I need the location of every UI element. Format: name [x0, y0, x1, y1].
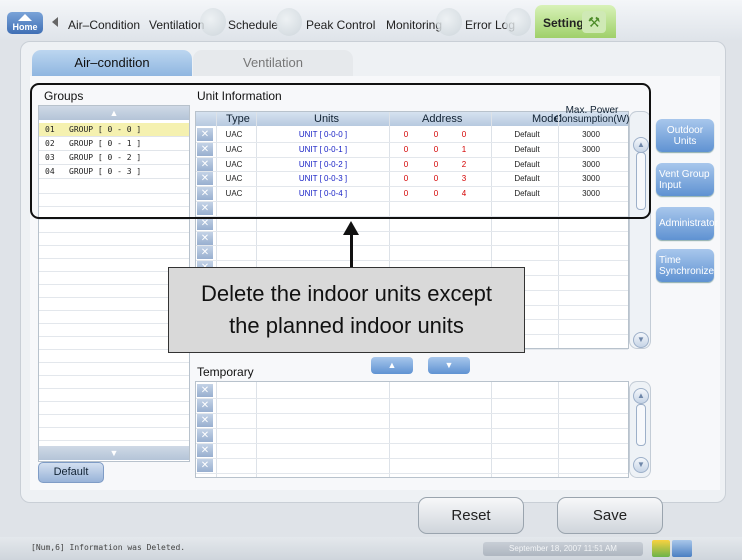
row-divider [39, 297, 189, 298]
vent-group-input-button[interactable]: Vent Group Input [656, 163, 714, 196]
row-divider [196, 245, 628, 247]
subtab-air-condition[interactable]: Air–condition [32, 50, 192, 76]
row-divider [196, 443, 628, 444]
column-divider [558, 382, 559, 477]
tab-air-condition[interactable]: Air–Condition [68, 15, 140, 35]
delete-row-button[interactable]: ✕ [197, 384, 213, 397]
column-divider [216, 382, 217, 477]
delete-row-button[interactable]: ✕ [197, 459, 213, 472]
row-divider [39, 388, 189, 389]
callout-line-1: Delete the indoor units except [200, 281, 493, 306]
window-icon[interactable] [672, 540, 692, 557]
default-button[interactable]: Default [38, 462, 104, 483]
tab-schedule[interactable]: Schedule [228, 15, 278, 35]
temp-scroll-thumb[interactable] [636, 404, 646, 446]
row-divider [39, 271, 189, 272]
delete-row-button[interactable]: ✕ [197, 231, 213, 245]
delete-row-button[interactable]: ✕ [197, 399, 213, 412]
move-up-button[interactable]: ▲ [371, 357, 413, 374]
tools-icon: ⚒ [582, 11, 606, 33]
delete-row-button[interactable]: ✕ [197, 429, 213, 442]
home-label: Home [12, 22, 38, 32]
annotation-highlight-box [30, 83, 651, 219]
schedule-deco-icon [276, 8, 302, 36]
row-divider [39, 258, 189, 259]
outdoor-units-button[interactable]: Outdoor Units [656, 119, 714, 152]
home-button[interactable]: Home [7, 12, 43, 34]
row-divider [39, 245, 189, 246]
row-divider [196, 473, 628, 474]
network-status-icon [652, 540, 670, 557]
unit-scroll-down-icon[interactable]: ▼ [633, 332, 649, 348]
delete-row-button[interactable]: ✕ [197, 246, 213, 260]
tab-setting-label: Setting [543, 16, 584, 30]
administrator-button[interactable]: Administrator [656, 207, 718, 240]
row-divider [196, 458, 628, 459]
row-divider [39, 440, 189, 441]
temp-scroll-down-icon[interactable]: ▼ [633, 457, 649, 473]
temporary-scrollbar[interactable]: ▲ ▼ [629, 381, 651, 478]
row-divider [39, 284, 189, 285]
subtab-ventilation[interactable]: Ventilation [193, 50, 353, 76]
row-divider [196, 428, 628, 429]
tab-monitoring[interactable]: Monitoring [386, 15, 442, 35]
error-log-deco-icon [505, 8, 531, 36]
annotation-arrow-line [350, 233, 353, 268]
move-down-button[interactable]: ▼ [428, 357, 470, 374]
row-divider [39, 349, 189, 350]
row-divider [39, 362, 189, 363]
ventilation-deco-icon [200, 8, 226, 36]
status-datetime: September 18, 2007 11:51 AM [483, 542, 643, 556]
temporary-header: Temporary [197, 365, 254, 379]
row-divider [39, 232, 189, 233]
column-divider [389, 382, 390, 477]
groups-scroll-down-button[interactable]: ▼ [39, 446, 189, 460]
row-divider [39, 414, 189, 415]
row-divider [39, 310, 189, 311]
row-divider [196, 260, 628, 262]
tab-scroll-left-icon[interactable] [52, 17, 58, 27]
row-divider [196, 230, 628, 232]
delete-row-button[interactable]: ✕ [197, 444, 213, 457]
row-divider [39, 401, 189, 402]
temporary-table: ✕ ✕ ✕ ✕ ✕ ✕ [195, 381, 629, 478]
temp-scroll-up-icon[interactable]: ▲ [633, 388, 649, 404]
row-divider [39, 427, 189, 428]
status-message: [Num,6] Information was Deleted. [31, 543, 186, 552]
column-divider [256, 382, 257, 477]
save-button[interactable]: Save [557, 497, 663, 534]
tab-ventilation[interactable]: Ventilation [149, 15, 204, 35]
row-divider [39, 375, 189, 376]
row-divider [39, 336, 189, 337]
delete-row-button[interactable]: ✕ [197, 414, 213, 427]
monitoring-deco-icon [436, 8, 462, 36]
row-divider [39, 323, 189, 324]
row-divider [196, 413, 628, 414]
row-divider [39, 219, 189, 220]
annotation-callout: Delete the indoor units except the plann… [168, 267, 525, 353]
time-synchronize-button[interactable]: Time Synchronize [656, 249, 714, 282]
column-divider [491, 382, 492, 477]
row-divider [196, 398, 628, 399]
reset-button[interactable]: Reset [418, 497, 524, 534]
callout-line-2: the planned indoor units [229, 313, 464, 338]
tab-peak-control[interactable]: Peak Control [306, 15, 375, 35]
